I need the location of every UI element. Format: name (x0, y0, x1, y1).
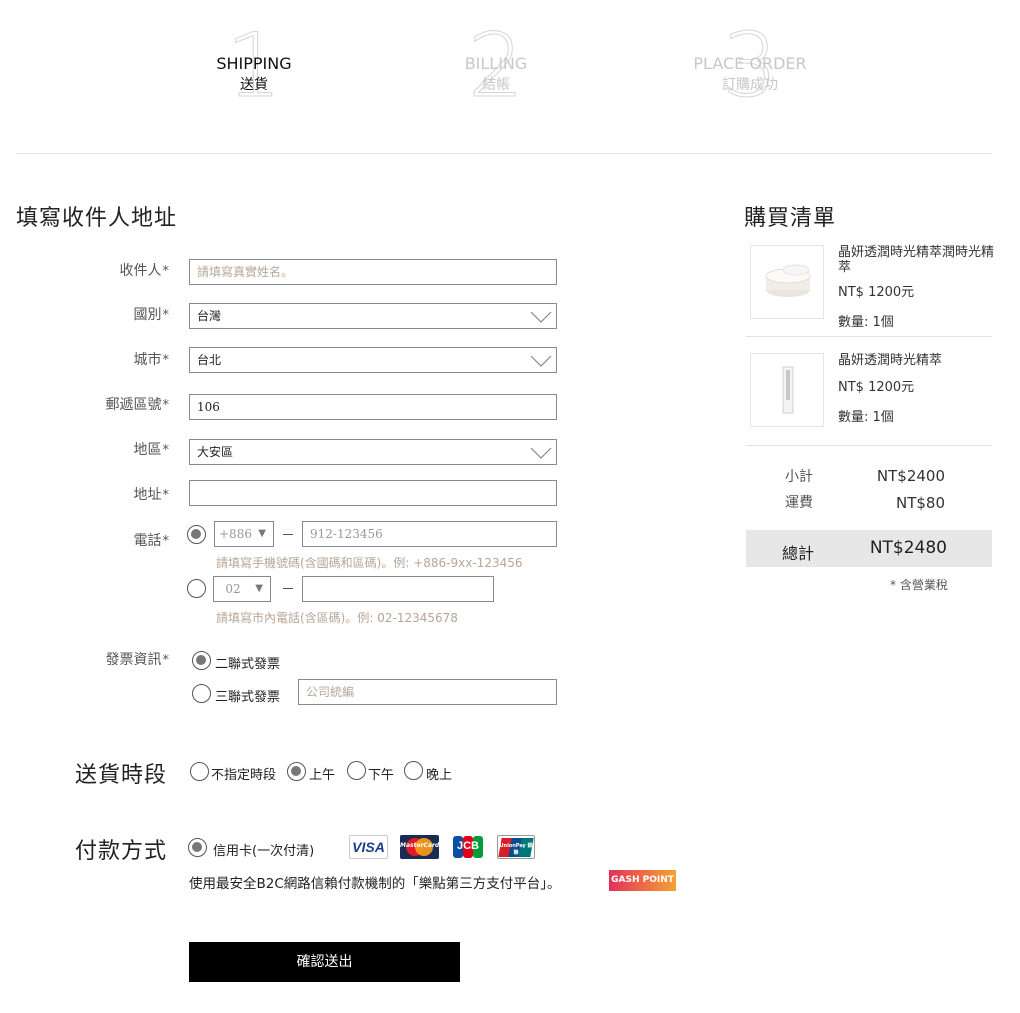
phone-dash (283, 588, 293, 589)
triangle-down-icon: ▼ (255, 583, 263, 594)
invoice-two-part-radio[interactable] (192, 651, 211, 670)
district-label: 地區* (133, 442, 170, 458)
product-quantity: 數量: 1個 (838, 315, 894, 330)
step-shipping: 1 SHIPPING 送貨 (189, 21, 319, 112)
shipping-value: NT$80 (895, 494, 945, 512)
product-thumbnail (750, 245, 824, 319)
step-label-en: SHIPPING (216, 54, 292, 73)
cart-divider (746, 445, 992, 446)
credit-card-label: 信用卡(一次付清) (213, 844, 315, 859)
recipient-input[interactable]: 請填寫真實姓名。 (189, 259, 557, 285)
invoice-two-part-label: 二聯式發票 (215, 657, 281, 672)
product-price: NT$ 1200元 (838, 380, 915, 395)
subtotal-value: NT$2400 (876, 467, 945, 485)
visa-logo: VISA (349, 835, 388, 859)
mobile-hint: 請填寫手機號碼(含國碼和區碼)。例: +886-9xx-123456 (216, 556, 523, 570)
phone-dash (283, 534, 293, 535)
invoice-three-part-radio[interactable] (192, 684, 211, 703)
payment-title: 付款方式 (75, 839, 168, 864)
step-label-en: BILLING (464, 54, 528, 73)
subtotal-label: 小計 (785, 469, 813, 485)
delivery-evening-radio[interactable] (404, 761, 423, 780)
total-label: 總計 (782, 544, 815, 563)
delivery-option-label: 晚上 (426, 768, 453, 783)
submit-button[interactable]: 確認送出 (189, 942, 460, 982)
chevron-down-icon (530, 447, 552, 459)
step-billing: 2 BILLING 結帳 (431, 21, 561, 112)
mobile-phone-input[interactable]: 912-123456 (302, 521, 557, 547)
step-label-zh: 送貨 (240, 77, 268, 93)
triangle-down-icon: ▼ (258, 528, 266, 539)
landline-area-code-select[interactable]: 02 ▼ (213, 576, 271, 602)
form-title: 填寫收件人地址 (16, 206, 178, 231)
unionpay-logo: UnionPay 銀聯 (497, 835, 535, 859)
mobile-country-code-select[interactable]: +886 ▼ (214, 521, 274, 547)
product-quantity: 數量: 1個 (838, 410, 894, 425)
cart-title: 購買清單 (744, 206, 837, 231)
invoice-three-part-label: 三聯式發票 (215, 690, 281, 705)
invoice-label: 發票資訊* (105, 652, 170, 668)
chevron-down-icon (530, 355, 552, 367)
product-price: NT$ 1200元 (838, 285, 915, 300)
chevron-down-icon (530, 311, 552, 323)
delivery-any-radio[interactable] (190, 762, 209, 781)
phone-label: 電話* (133, 533, 170, 549)
delivery-option-label: 不指定時段 (211, 768, 277, 783)
district-select[interactable]: 大安區 (189, 439, 557, 465)
delivery-afternoon-radio[interactable] (347, 761, 366, 780)
header-divider (16, 153, 992, 154)
cart-divider (746, 336, 992, 337)
step-place-order: 3 PLACE ORDER 訂購成功 (685, 21, 815, 112)
delivery-title: 送貨時段 (75, 763, 168, 788)
step-label-en: PLACE ORDER (693, 54, 807, 73)
shipping-label: 運費 (785, 495, 813, 511)
credit-card-radio[interactable] (188, 838, 207, 857)
product-name: 晶妍透潤時光精萃 (838, 353, 943, 368)
recipient-label: 收件人* (119, 263, 170, 279)
zip-label: 郵遞區號* (105, 397, 170, 413)
step-label-zh: 訂購成功 (722, 77, 778, 93)
step-label-zh: 結帳 (482, 77, 510, 93)
delivery-morning-radio[interactable] (287, 762, 306, 781)
city-select[interactable]: 台北 (189, 347, 557, 373)
mastercard-logo: MasterCard (400, 835, 439, 859)
address-input[interactable] (189, 480, 557, 506)
jcb-logo: JCB (452, 835, 484, 859)
gash-point-logo: GASH POINT (609, 870, 676, 891)
landline-radio[interactable] (187, 579, 206, 598)
mobile-phone-radio[interactable] (187, 525, 206, 544)
delivery-option-label: 下午 (368, 768, 395, 783)
address-label: 地址* (133, 487, 170, 503)
city-label: 城市* (133, 352, 170, 368)
zip-input[interactable]: 106 (189, 394, 557, 420)
landline-phone-input[interactable] (302, 576, 494, 602)
country-select[interactable]: 台灣 (189, 303, 557, 329)
payment-note: 使用最安全B2C網路信賴付款機制的「樂點第三方支付平台」。 (189, 876, 561, 892)
delivery-option-label: 上午 (309, 768, 336, 783)
product-name: 晶妍透潤時光精萃潤時光精萃 (838, 245, 995, 275)
landline-hint: 請填寫市內電話(含區碼)。例: 02-12345678 (216, 611, 458, 625)
tax-note: * 含營業稅 (890, 578, 948, 592)
total-value: NT$2480 (869, 538, 947, 558)
product-thumbnail (750, 353, 824, 427)
tax-id-input[interactable]: 公司統編 (298, 679, 557, 705)
country-label: 國別* (133, 307, 170, 323)
